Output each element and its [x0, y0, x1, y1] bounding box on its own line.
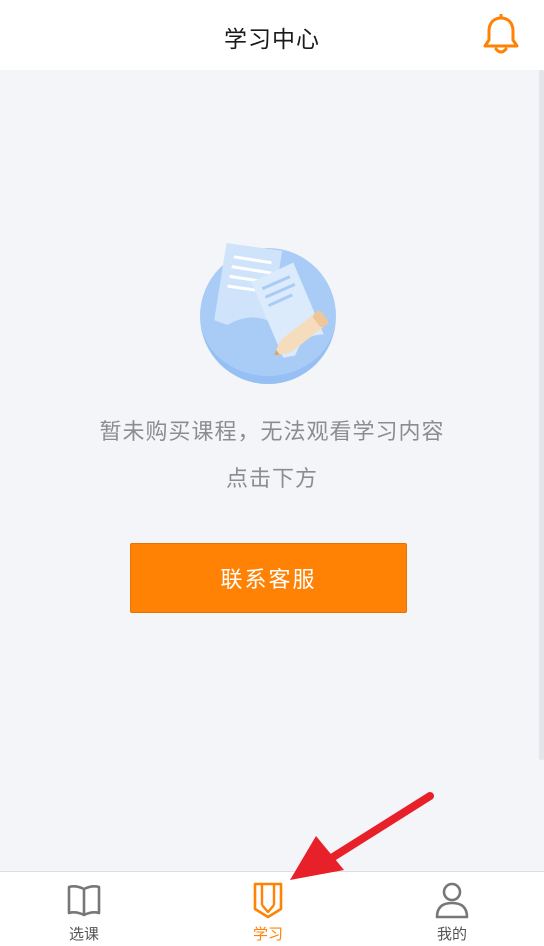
page-title: 学习中心	[224, 27, 320, 53]
tab-label-study: 学习	[252, 925, 283, 943]
empty-state-hint: 点击下方	[225, 467, 318, 492]
documents-pencil-illustration	[200, 243, 336, 384]
tab-label-mine: 我的	[436, 925, 467, 943]
red-arrow-annotation	[290, 792, 434, 880]
book-icon	[67, 885, 101, 917]
empty-state-message: 暂未购买课程，无法观看学习内容	[99, 420, 445, 445]
header-bar: 学习中心	[0, 0, 544, 70]
pencil-book-icon	[253, 882, 283, 919]
bell-icon[interactable]	[481, 14, 521, 56]
contact-support-button[interactable]: 联系客服	[130, 543, 407, 613]
tab-label-courses: 选课	[68, 925, 99, 943]
tab-courses[interactable]: 选课	[24, 872, 144, 946]
bottom-tab-bar: 选课 学习 我的	[0, 871, 544, 946]
user-icon	[435, 882, 469, 919]
